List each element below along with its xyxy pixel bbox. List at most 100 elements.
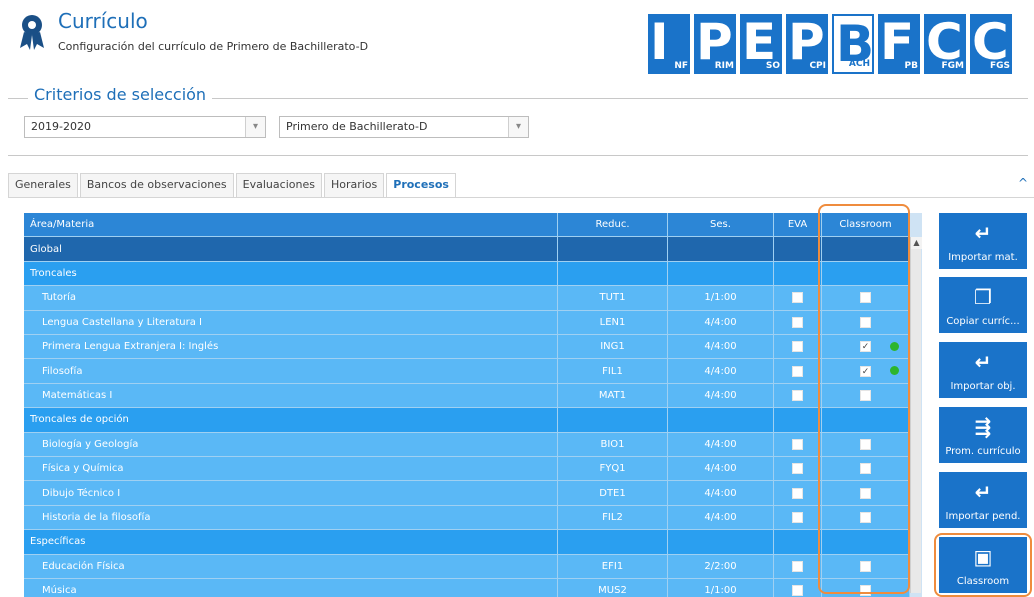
row-area-label: Filosofía bbox=[24, 359, 558, 384]
classroom-checkbox[interactable] bbox=[860, 487, 871, 499]
tab-3[interactable]: Horarios bbox=[323, 173, 385, 197]
classroom-checkbox[interactable] bbox=[860, 511, 871, 523]
row-area-label: Dibujo Técnico I bbox=[24, 481, 558, 506]
module-button-5[interactable]: F PB bbox=[878, 14, 920, 74]
classroom-checkbox[interactable] bbox=[860, 389, 871, 401]
module-button-1[interactable]: P RIM bbox=[694, 14, 736, 74]
table-row[interactable]: Primera Lengua Extranjera I: Inglés ING1 4… bbox=[24, 335, 910, 360]
module-label: FGS bbox=[989, 61, 1010, 71]
table-row[interactable]: Tutoría TUT1 1/1:00 bbox=[24, 286, 910, 311]
row-sessions: 2/2:00 bbox=[668, 554, 774, 579]
table-row[interactable]: Historia de la filosofía FIL2 4/4:00 bbox=[24, 505, 910, 531]
table-row[interactable]: Física y Química FYQ1 4/4:00 bbox=[24, 457, 910, 482]
row-eva bbox=[774, 530, 822, 555]
collapse-icon[interactable]: ^ bbox=[1018, 176, 1028, 190]
chevron-down-icon[interactable]: ▾ bbox=[245, 117, 265, 137]
row-eva bbox=[774, 335, 822, 360]
eva-checkbox[interactable] bbox=[792, 511, 803, 523]
module-button-6[interactable]: C FGM bbox=[924, 14, 966, 74]
row-sessions: 4/4:00 bbox=[668, 457, 774, 482]
table-row[interactable]: Lengua Castellana y Literatura I LEN1 4/4:… bbox=[24, 310, 910, 335]
grid-scrollbar[interactable]: ▲ bbox=[910, 237, 922, 593]
eva-checkbox[interactable] bbox=[792, 365, 803, 377]
row-eva bbox=[774, 286, 822, 311]
group-select[interactable]: Primero de Bachillerato-D ▾ bbox=[279, 116, 529, 138]
action-button-2[interactable]: ↵ Importar obj. bbox=[939, 342, 1027, 398]
row-reduc bbox=[558, 530, 668, 555]
column-header-classroom[interactable]: Classroom bbox=[822, 213, 910, 238]
table-row[interactable]: Biología y Geología BIO1 4/4:00 bbox=[24, 432, 910, 457]
eva-checkbox[interactable] bbox=[792, 487, 803, 499]
action-button-5[interactable]: ▣ Classroom bbox=[939, 537, 1027, 593]
table-row[interactable]: Filosofía FIL1 4/4:00 ✓ bbox=[24, 359, 910, 384]
row-sessions: 4/4:00 bbox=[668, 505, 774, 531]
group-row[interactable]: Troncales bbox=[24, 261, 910, 287]
module-button-4[interactable]: B ACH bbox=[832, 14, 874, 74]
row-area-label: Específicas bbox=[24, 530, 558, 555]
module-button-3[interactable]: P CPI bbox=[786, 14, 828, 74]
copy-icon: ❐ bbox=[974, 285, 992, 309]
column-header-eva[interactable]: EVA bbox=[774, 213, 822, 238]
eva-checkbox[interactable] bbox=[792, 585, 803, 597]
column-header-ses[interactable]: Ses. bbox=[668, 213, 774, 238]
group-row[interactable]: Troncales de opción bbox=[24, 408, 910, 433]
group-row[interactable]: Específicas bbox=[24, 530, 910, 555]
eva-checkbox[interactable] bbox=[792, 438, 803, 450]
module-button-0[interactable]: I NF bbox=[648, 14, 690, 74]
row-eva bbox=[774, 481, 822, 506]
eva-checkbox[interactable] bbox=[792, 389, 803, 401]
eva-checkbox[interactable] bbox=[792, 292, 803, 304]
table-row[interactable]: Dibujo Técnico I DTE1 4/4:00 bbox=[24, 481, 910, 506]
module-button-2[interactable]: E SO bbox=[740, 14, 782, 74]
action-label: Copiar curríc... bbox=[946, 316, 1020, 327]
action-button-0[interactable]: ↵ Importar mat. bbox=[939, 213, 1027, 269]
module-button-7[interactable]: C FGS bbox=[970, 14, 1012, 74]
column-header-reduc[interactable]: Reduc. bbox=[558, 213, 668, 238]
row-sessions bbox=[668, 408, 774, 433]
tab-2[interactable]: Evaluaciones bbox=[235, 173, 322, 197]
row-sessions: 4/4:00 bbox=[668, 481, 774, 506]
row-sessions bbox=[668, 261, 774, 287]
table-row[interactable]: Matemáticas I MAT1 4/4:00 bbox=[24, 383, 910, 409]
table-row[interactable]: Educación Física EFI1 2/2:00 bbox=[24, 554, 910, 579]
row-reduc: DTE1 bbox=[558, 481, 668, 506]
tab-0[interactable]: Generales bbox=[8, 173, 78, 197]
tab-4[interactable]: Procesos bbox=[386, 173, 456, 197]
tab-1[interactable]: Bancos de observaciones bbox=[79, 173, 234, 197]
classroom-checkbox[interactable] bbox=[860, 585, 871, 597]
eva-checkbox[interactable] bbox=[792, 560, 803, 572]
chevron-down-icon[interactable]: ▾ bbox=[508, 117, 528, 137]
classroom-checkbox[interactable] bbox=[860, 463, 871, 475]
global-row[interactable]: Global bbox=[24, 237, 910, 262]
row-classroom bbox=[822, 286, 910, 311]
row-reduc bbox=[558, 261, 668, 287]
row-area-label: Música bbox=[24, 579, 558, 597]
row-reduc: ING1 bbox=[558, 335, 668, 360]
classroom-checkbox[interactable]: ✓ bbox=[860, 341, 871, 353]
module-label: CPI bbox=[809, 61, 826, 71]
eva-checkbox[interactable] bbox=[792, 316, 803, 328]
import-icon: ↵ bbox=[974, 480, 992, 504]
row-reduc bbox=[558, 408, 668, 433]
chevron-up-icon[interactable]: ▲ bbox=[911, 237, 922, 249]
row-classroom bbox=[822, 505, 910, 531]
row-reduc: TUT1 bbox=[558, 286, 668, 311]
action-button-1[interactable]: ❐ Copiar curríc... bbox=[939, 277, 1027, 333]
row-reduc: FIL2 bbox=[558, 505, 668, 531]
year-select[interactable]: 2019-2020 ▾ bbox=[24, 116, 266, 138]
classroom-checkbox[interactable] bbox=[860, 292, 871, 304]
eva-checkbox[interactable] bbox=[792, 341, 803, 353]
action-button-3[interactable]: ⇶ Prom. currículo bbox=[939, 407, 1027, 463]
row-reduc: MUS2 bbox=[558, 579, 668, 597]
column-header-area[interactable]: Área/Materia bbox=[24, 213, 558, 238]
eva-checkbox[interactable] bbox=[792, 463, 803, 475]
year-select-value: 2019-2020 bbox=[31, 120, 91, 133]
action-button-4[interactable]: ↵ Importar pend. bbox=[939, 472, 1027, 528]
classroom-checkbox[interactable] bbox=[860, 560, 871, 572]
classroom-checkbox[interactable]: ✓ bbox=[860, 365, 871, 377]
classroom-checkbox[interactable] bbox=[860, 316, 871, 328]
classroom-checkbox[interactable] bbox=[860, 438, 871, 450]
row-area-label: Tutoría bbox=[24, 286, 558, 311]
module-label: SO bbox=[765, 61, 780, 71]
table-row[interactable]: Música MUS2 1/1:00 bbox=[24, 579, 910, 597]
